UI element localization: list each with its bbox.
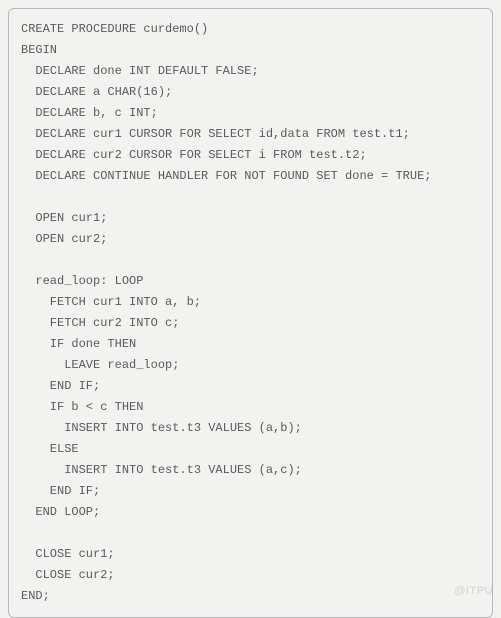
code-content: CREATE PROCEDURE curdemo() BEGIN DECLARE…	[21, 22, 431, 603]
watermark: @ITPU	[454, 585, 493, 597]
code-block: CREATE PROCEDURE curdemo() BEGIN DECLARE…	[8, 8, 493, 618]
